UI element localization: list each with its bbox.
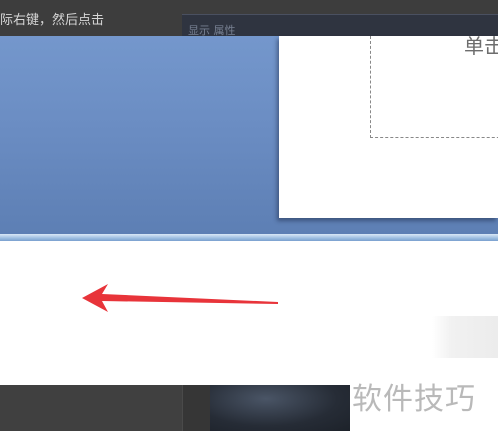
- bottom-divider: [182, 385, 210, 431]
- red-arrow-icon: [82, 284, 278, 312]
- caption-text: 际右键，然后点击: [0, 13, 105, 28]
- bottom-thumbnail: [210, 385, 350, 431]
- watermark-text: 软件技巧: [352, 382, 476, 417]
- placeholder-text: 单击: [464, 34, 498, 58]
- screenshot: 际右键，然后点击 显示 属性 单击 软件技巧: [0, 0, 498, 431]
- pane-splitter[interactable]: [0, 234, 498, 241]
- blurred-region: [432, 316, 498, 358]
- menu-strip[interactable]: 显示 属性: [182, 14, 498, 37]
- menu-strip-text: 显示 属性: [188, 24, 236, 37]
